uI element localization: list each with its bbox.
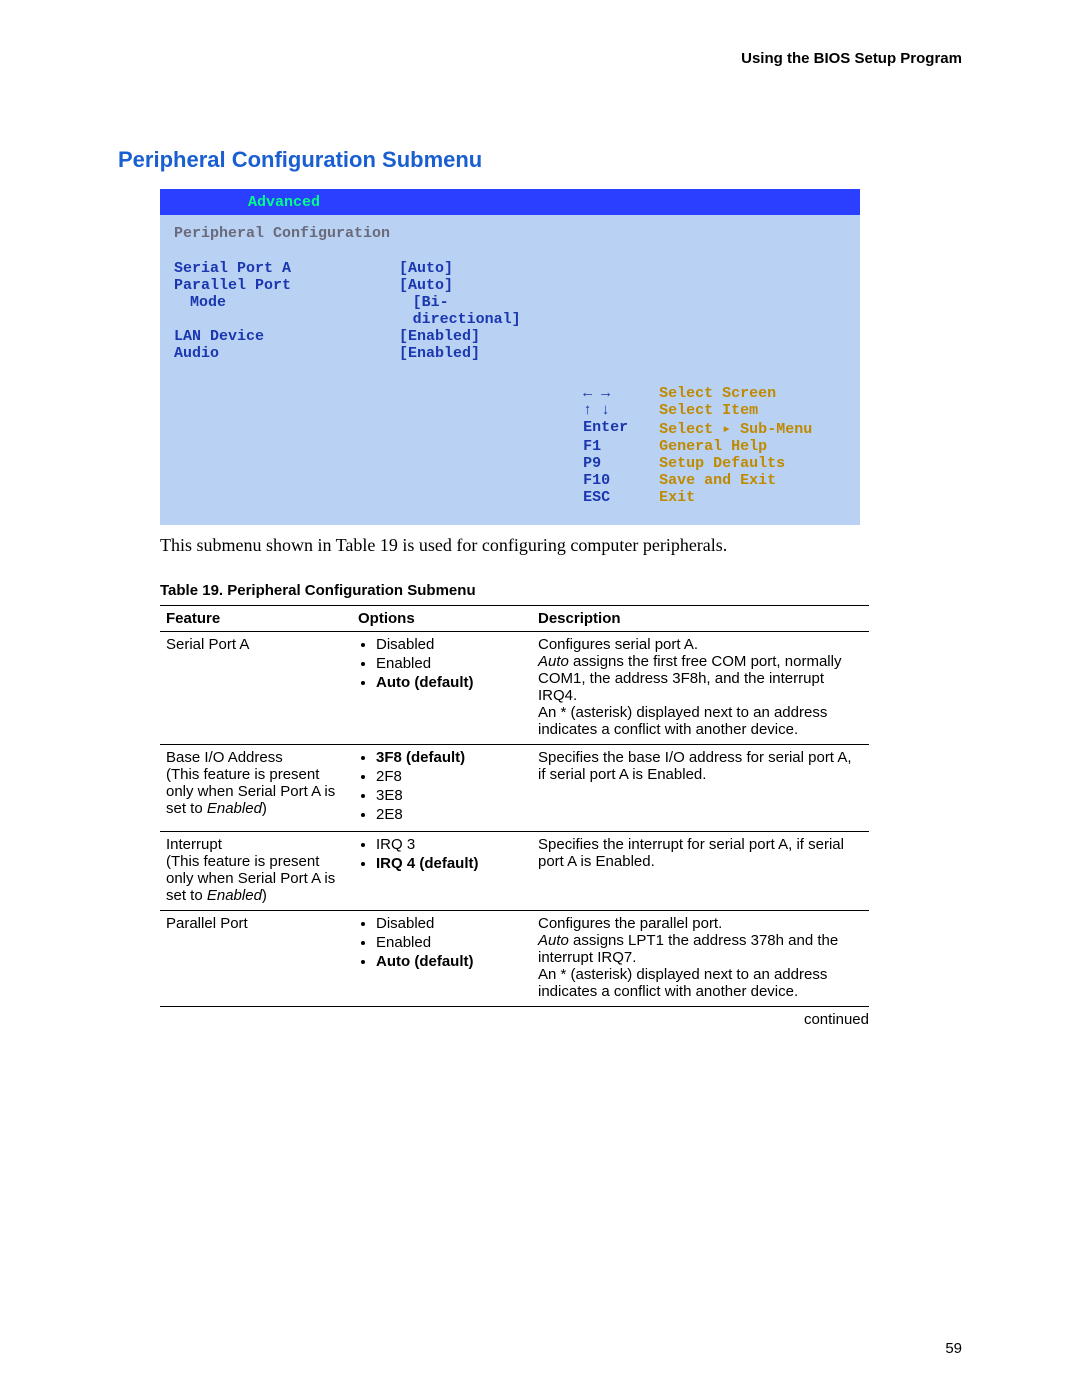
col-feature: Feature	[160, 606, 352, 632]
feature-cell: Parallel Port	[160, 911, 352, 1007]
bios-item-value: [Auto]	[399, 277, 453, 294]
bios-subtitle: Peripheral Configuration	[174, 225, 555, 242]
desc-line: An * (asterisk) displayed next to an add…	[538, 704, 863, 738]
desc-line: Auto assigns LPT1 the address 378h and t…	[538, 932, 863, 966]
option-item: IRQ 4 (default)	[376, 855, 526, 872]
bios-help-text: Select ▸ Sub-Menu	[659, 419, 812, 438]
bios-item-value: [Enabled]	[399, 328, 480, 345]
bios-help-text: Select Item	[659, 402, 758, 419]
description-cell: Configures the parallel port. Auto assig…	[532, 911, 869, 1007]
description-cell: Specifies the base I/O address for seria…	[532, 745, 869, 832]
bios-item: LAN Device [Enabled]	[174, 328, 555, 345]
feature-line: (This feature is present only when Seria…	[166, 853, 346, 904]
option-item: Auto (default)	[376, 674, 526, 691]
caption-paragraph: This submenu shown in Table 19 is used f…	[160, 535, 962, 556]
bios-panel: Advanced Peripheral Configuration Serial…	[160, 189, 860, 525]
bios-item: Parallel Port [Auto]	[174, 277, 555, 294]
option-item: Enabled	[376, 934, 526, 951]
bios-item-label: Audio	[174, 345, 399, 362]
bios-help-key: ← →	[583, 385, 659, 402]
table-row: Parallel Port Disabled Enabled Auto (def…	[160, 911, 869, 1007]
bios-help-key: ESC	[583, 489, 659, 506]
page-number: 59	[945, 1340, 962, 1357]
bios-item-value: [Auto]	[399, 260, 453, 277]
options-cell: Disabled Enabled Auto (default)	[352, 911, 532, 1007]
table-row: Serial Port A Disabled Enabled Auto (def…	[160, 632, 869, 745]
table-row: Interrupt (This feature is present only …	[160, 832, 869, 911]
description-cell: Specifies the interrupt for serial port …	[532, 832, 869, 911]
desc-line: Configures serial port A.	[538, 636, 863, 653]
bios-help-text: Save and Exit	[659, 472, 776, 489]
feature-cell: Interrupt (This feature is present only …	[160, 832, 352, 911]
bios-item-label: Serial Port A	[174, 260, 399, 277]
bios-help-key: F1	[583, 438, 659, 455]
bios-item: Serial Port A [Auto]	[174, 260, 555, 277]
option-item: Disabled	[376, 636, 526, 653]
bios-item-label: Mode	[174, 294, 413, 328]
bios-item-label: Parallel Port	[174, 277, 399, 294]
desc-line: Configures the parallel port.	[538, 915, 863, 932]
bios-help-text: Exit	[659, 489, 695, 506]
description-cell: Configures serial port A. Auto assigns t…	[532, 632, 869, 745]
options-cell: Disabled Enabled Auto (default)	[352, 632, 532, 745]
section-title: Peripheral Configuration Submenu	[118, 147, 962, 173]
option-item: Disabled	[376, 915, 526, 932]
bios-left-pane: Peripheral Configuration Serial Port A […	[160, 215, 569, 525]
bios-help-key: ↑ ↓	[583, 402, 659, 419]
bios-item-label: LAN Device	[174, 328, 399, 345]
option-item: 2F8	[376, 768, 526, 785]
bios-help-text: Select Screen	[659, 385, 776, 402]
option-item: 2E8	[376, 806, 526, 823]
desc-line: An * (asterisk) displayed next to an add…	[538, 966, 863, 1000]
continued-label: continued	[118, 1011, 869, 1028]
bios-help: ← →Select Screen ↑ ↓Select Item EnterSel…	[583, 385, 846, 506]
bios-tab-bar: Advanced	[160, 189, 860, 215]
bios-help-key: Enter	[583, 419, 659, 438]
col-description: Description	[532, 606, 869, 632]
option-item: Auto (default)	[376, 953, 526, 970]
bios-item-value: [Enabled]	[399, 345, 480, 362]
feature-line: Interrupt	[166, 836, 346, 853]
options-cell: IRQ 3 IRQ 4 (default)	[352, 832, 532, 911]
table-row: Base I/O Address (This feature is presen…	[160, 745, 869, 832]
bios-item: Audio [Enabled]	[174, 345, 555, 362]
feature-cell: Serial Port A	[160, 632, 352, 745]
bios-help-text: General Help	[659, 438, 767, 455]
desc-line: Auto assigns the first free COM port, no…	[538, 653, 863, 704]
running-header: Using the BIOS Setup Program	[118, 50, 962, 67]
bios-item-value: [Bi-directional]	[413, 294, 556, 328]
bios-tab-advanced: Advanced	[240, 194, 328, 211]
bios-help-key: F10	[583, 472, 659, 489]
table-title: Table 19. Peripheral Configuration Subme…	[160, 582, 962, 599]
bios-help-text: Setup Defaults	[659, 455, 785, 472]
options-cell: 3F8 (default) 2F8 3E8 2E8	[352, 745, 532, 832]
col-options: Options	[352, 606, 532, 632]
feature-table: Feature Options Description Serial Port …	[160, 605, 869, 1007]
feature-cell: Base I/O Address (This feature is presen…	[160, 745, 352, 832]
feature-line: (This feature is present only when Seria…	[166, 766, 346, 817]
option-item: IRQ 3	[376, 836, 526, 853]
option-item: 3F8 (default)	[376, 749, 526, 766]
feature-line: Base I/O Address	[166, 749, 346, 766]
bios-right-pane: ← →Select Screen ↑ ↓Select Item EnterSel…	[569, 215, 860, 525]
bios-item: Mode [Bi-directional]	[174, 294, 555, 328]
bios-help-key: P9	[583, 455, 659, 472]
option-item: Enabled	[376, 655, 526, 672]
option-item: 3E8	[376, 787, 526, 804]
